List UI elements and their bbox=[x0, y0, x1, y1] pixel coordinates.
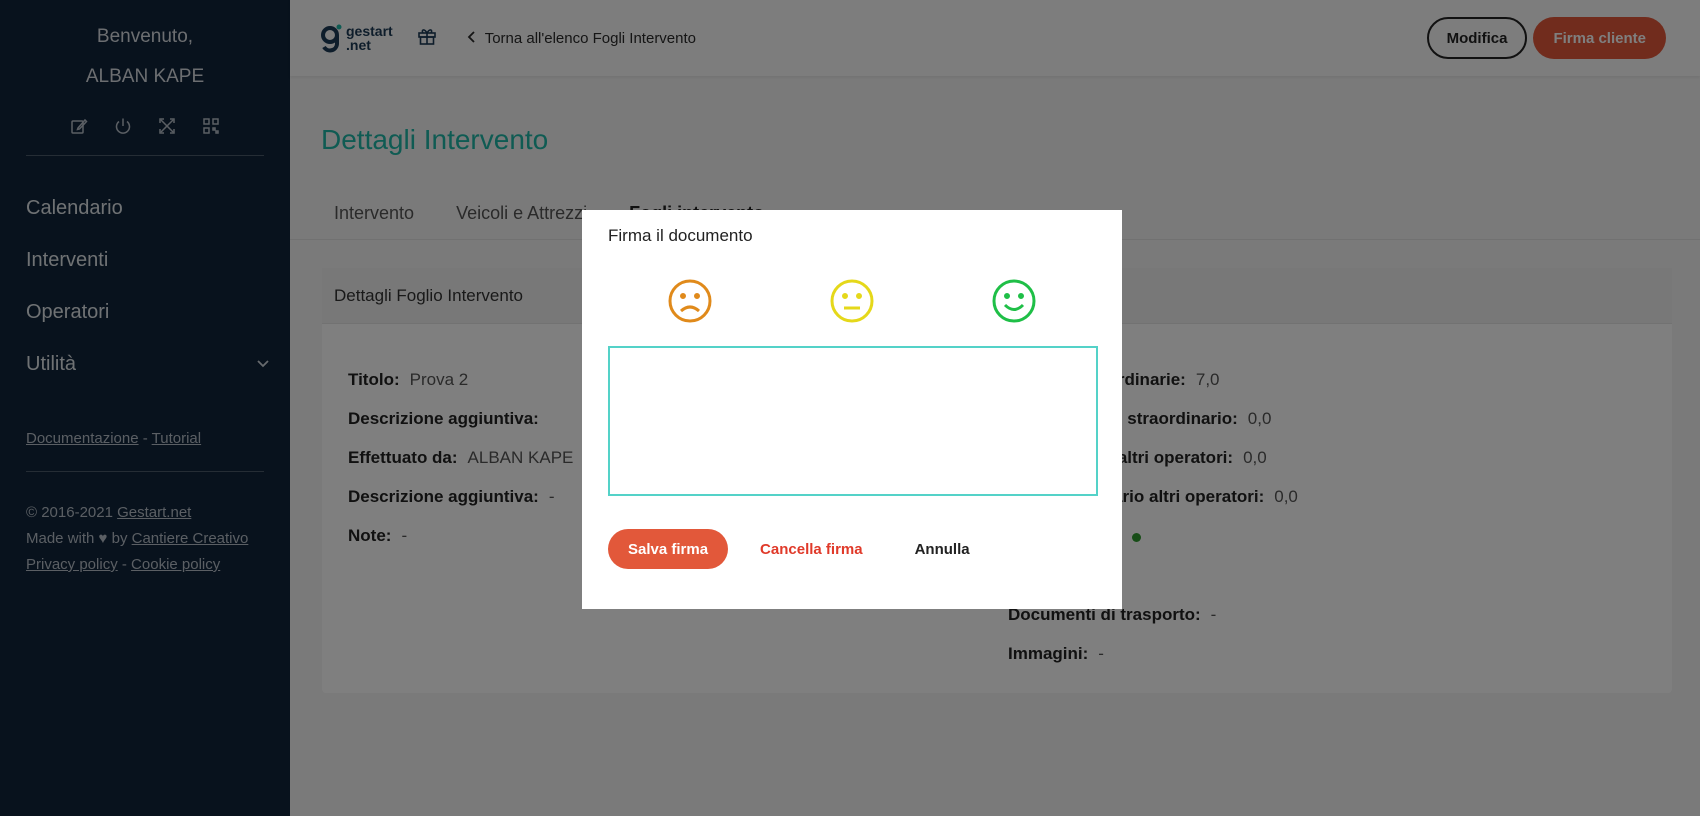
signature-modal: Firma il documento Salva firma Cancella … bbox=[582, 210, 1122, 609]
modal-actions: Salva firma Cancella firma Annulla bbox=[608, 529, 970, 569]
save-signature-button[interactable]: Salva firma bbox=[608, 529, 729, 569]
sad-face-icon[interactable] bbox=[667, 278, 713, 324]
cancel-button[interactable]: Annulla bbox=[915, 541, 970, 558]
neutral-face-icon[interactable] bbox=[829, 278, 875, 324]
modal-title: Firma il documento bbox=[608, 226, 753, 245]
signature-pad[interactable] bbox=[608, 346, 1098, 496]
clear-signature-button[interactable]: Cancella firma bbox=[760, 541, 863, 558]
happy-face-icon[interactable] bbox=[991, 278, 1037, 324]
